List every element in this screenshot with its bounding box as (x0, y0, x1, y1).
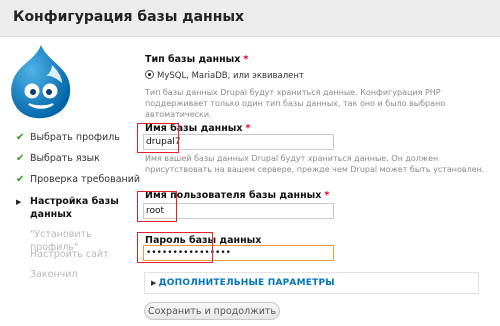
triangle-right-icon: ▶ (151, 279, 157, 287)
advanced-options-toggle[interactable]: ▶ ДОПОЛНИТЕЛЬНЫЕ ПАРАМЕТРЫ (151, 278, 335, 288)
db-type-option[interactable]: MySQL, MariaDB, или эквивалент (145, 69, 304, 81)
checkmark-icon: ✔ (16, 174, 25, 185)
step-finished: Закончил (30, 269, 78, 280)
checkmark-icon: ✔ (16, 153, 25, 164)
db-type-label: Тип базы данных * (145, 54, 248, 65)
highlight-box (137, 191, 177, 222)
highlight-box (137, 232, 213, 263)
radio-selected-icon[interactable] (145, 70, 154, 79)
step-select-profile: Выбрать профиль (30, 132, 120, 143)
required-mark: * (245, 123, 251, 134)
header-bar: Конфигурация базы данных (0, 0, 500, 37)
arrow-right-icon: ▶ (16, 198, 22, 206)
step-configure-site: Настроить сайт (30, 249, 109, 260)
advanced-options-label: ДОПОЛНИТЕЛЬНЫЕ ПАРАМЕТРЫ (158, 278, 335, 288)
db-type-label-text: Тип базы данных (145, 54, 241, 65)
highlight-box (137, 123, 179, 153)
db-name-description: Имя вашей базы данных Drupal будут храни… (145, 154, 485, 174)
required-mark: * (243, 54, 249, 65)
db-type-description: Тип базы данных Drupal будут храниться д… (145, 88, 446, 119)
step-select-language: Выбрать язык (30, 153, 100, 164)
save-and-continue-button[interactable]: Сохранить и продолжить (144, 302, 280, 320)
advanced-options-fieldset: ▶ ДОПОЛНИТЕЛЬНЫЕ ПАРАМЕТРЫ (144, 272, 479, 294)
page-title: Конфигурация базы данных (13, 9, 245, 25)
drupal-logo (8, 43, 74, 119)
step-database-setup: Настройка базы данных (30, 196, 119, 220)
db-type-option-label: MySQL, MariaDB, или эквивалент (157, 71, 304, 81)
required-mark: * (324, 190, 330, 201)
checkmark-icon: ✔ (16, 132, 25, 143)
step-requirements: Проверка требований (30, 174, 141, 185)
drupal-drop-logo-icon (11, 45, 71, 119)
